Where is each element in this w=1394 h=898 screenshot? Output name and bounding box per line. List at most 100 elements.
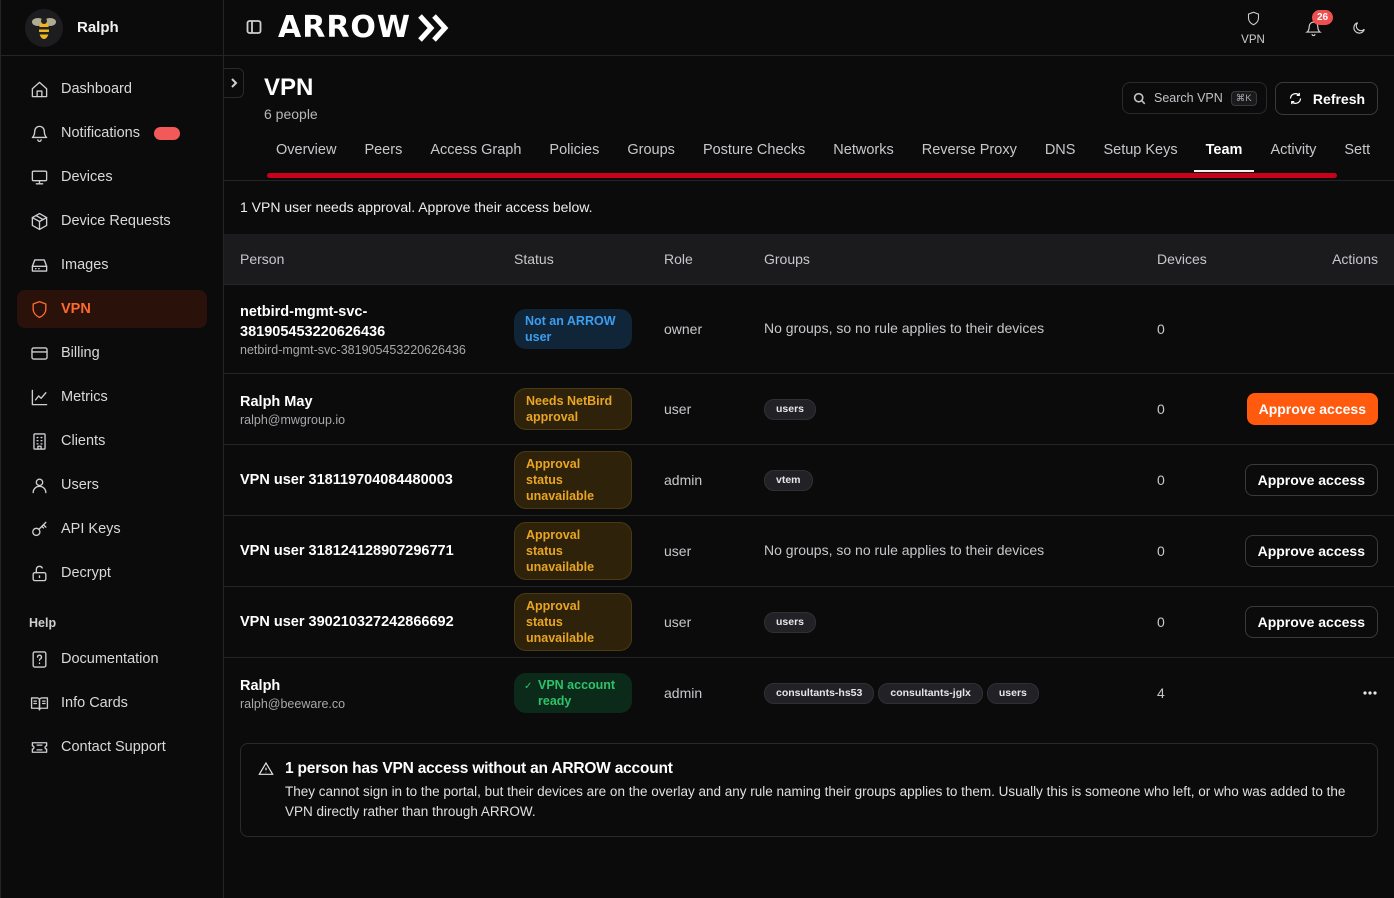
sidebar-item-devices[interactable]: Devices bbox=[17, 158, 207, 196]
tab-networks[interactable]: Networks bbox=[821, 136, 905, 172]
person-name: VPN user 318124128907296771 bbox=[240, 543, 454, 559]
user-header[interactable]: Ralph bbox=[1, 0, 223, 56]
book-icon bbox=[29, 693, 49, 713]
box-icon bbox=[29, 211, 49, 231]
status-badge: Needs NetBird approval bbox=[514, 388, 632, 430]
refresh-button[interactable]: Refresh bbox=[1275, 82, 1378, 115]
home-icon bbox=[29, 79, 49, 99]
page-title: VPN bbox=[264, 74, 314, 101]
theme-toggle[interactable] bbox=[1344, 20, 1374, 36]
group-chip[interactable]: consultants-hs53 bbox=[764, 682, 875, 704]
groups-text: No groups, so no rule applies to their d… bbox=[764, 320, 1045, 336]
tab-policies[interactable]: Policies bbox=[537, 136, 611, 172]
role-cell: admin bbox=[664, 472, 703, 488]
tab-scroll-indicator[interactable] bbox=[267, 173, 1337, 178]
sidebar-toggle-icon[interactable] bbox=[246, 19, 264, 37]
role-cell: user bbox=[664, 614, 692, 630]
person-name: VPN user 318119704084480003 bbox=[240, 472, 453, 488]
user-name: Ralph bbox=[77, 19, 119, 36]
sidebar-item-notifications[interactable]: Notifications 00 bbox=[17, 114, 207, 152]
table-row: netbird-mgmt-svc-381905453220626436 netbi… bbox=[224, 284, 1394, 373]
actions-cell: Approve access bbox=[1227, 606, 1394, 638]
sidebar-item-vpn[interactable]: VPN bbox=[17, 290, 207, 328]
role-cell: owner bbox=[664, 321, 703, 337]
person-name: netbird-mgmt-svc-381905453220626436 bbox=[240, 303, 386, 340]
header-groups: Groups bbox=[764, 251, 810, 267]
expand-panel-button[interactable] bbox=[224, 68, 244, 98]
approve-access-button[interactable]: Approve access bbox=[1246, 393, 1378, 425]
role-cell: user bbox=[664, 543, 692, 559]
tab-dns[interactable]: DNS bbox=[1033, 136, 1088, 172]
tab-reverse-proxy[interactable]: Reverse Proxy bbox=[910, 136, 1029, 172]
sidebar-item-label: API Keys bbox=[61, 521, 121, 537]
sidebar-item-users[interactable]: Users bbox=[17, 466, 207, 504]
tab-sett[interactable]: Sett bbox=[1332, 136, 1382, 172]
person-cell: Ralph ralph@beeware.co bbox=[224, 676, 514, 711]
sidebar-item-clients[interactable]: Clients bbox=[17, 422, 207, 460]
group-chip[interactable]: users bbox=[986, 682, 1039, 704]
group-chip[interactable]: users bbox=[764, 611, 817, 633]
sidebar-item-decrypt[interactable]: Decrypt bbox=[17, 554, 207, 592]
person-email: netbird-mgmt-svc-381905453220626436 bbox=[240, 342, 466, 357]
tab-setup-keys[interactable]: Setup Keys bbox=[1091, 136, 1189, 172]
group-chip[interactable]: users bbox=[764, 398, 817, 420]
groups-cell: users bbox=[764, 611, 1157, 633]
status-badge: VPN account ready bbox=[514, 673, 632, 713]
tab-groups[interactable]: Groups bbox=[615, 136, 687, 172]
sidebar-item-info-cards[interactable]: Info Cards bbox=[17, 684, 207, 722]
tab-posture-checks[interactable]: Posture Checks bbox=[691, 136, 817, 172]
groups-cell: No groups, so no rule applies to their d… bbox=[764, 320, 1157, 338]
tab-overview[interactable]: Overview bbox=[264, 136, 348, 172]
header-actions: Actions bbox=[1332, 251, 1378, 267]
sidebar-item-label: Documentation bbox=[61, 651, 159, 667]
actions-cell: Approve access bbox=[1227, 535, 1394, 567]
chart-icon bbox=[29, 387, 49, 407]
tab-access-graph[interactable]: Access Graph bbox=[418, 136, 533, 172]
vpn-status-button[interactable]: VPN bbox=[1228, 11, 1278, 46]
notifications-button[interactable]: 26 bbox=[1298, 9, 1334, 37]
sidebar-item-images[interactable]: Images bbox=[17, 246, 207, 284]
role-cell: user bbox=[664, 401, 692, 417]
unlock-icon bbox=[29, 563, 49, 583]
devices-cell: 4 bbox=[1157, 685, 1165, 701]
tab-team[interactable]: Team bbox=[1193, 136, 1255, 172]
card-icon bbox=[29, 343, 49, 363]
tab-peers[interactable]: Peers bbox=[352, 136, 414, 172]
sidebar-item-documentation[interactable]: Documentation bbox=[17, 640, 207, 678]
sidebar-item-device-requests[interactable]: Device Requests bbox=[17, 202, 207, 240]
sidebar-item-api-keys[interactable]: API Keys bbox=[17, 510, 207, 548]
sidebar-item-label: Users bbox=[61, 477, 99, 493]
search-button[interactable]: Search VPN ⌘K bbox=[1122, 82, 1267, 114]
tab-activity[interactable]: Activity bbox=[1258, 136, 1328, 172]
group-chip[interactable]: consultants-jglx bbox=[878, 682, 983, 704]
sidebar-item-contact-support[interactable]: Contact Support bbox=[17, 728, 207, 766]
table-row: Ralph May ralph@mwgroup.io Needs NetBird a… bbox=[224, 373, 1394, 444]
warning-body: They cannot sign in to the portal, but t… bbox=[285, 784, 1346, 819]
status-cell: Needs NetBird approval bbox=[514, 388, 664, 430]
warning-icon bbox=[258, 761, 274, 782]
sidebar-item-dashboard[interactable]: Dashboard bbox=[17, 70, 207, 108]
status-cell: Approval status unavailable bbox=[514, 522, 664, 580]
more-options-icon[interactable] bbox=[1358, 681, 1382, 705]
header-devices: Devices bbox=[1157, 251, 1207, 267]
approve-access-button[interactable]: Approve access bbox=[1244, 606, 1378, 638]
person-cell: VPN user 318124128907296771 bbox=[224, 541, 514, 561]
table-header: Person Status Role Groups Devices Action… bbox=[224, 234, 1394, 284]
drive-icon bbox=[29, 255, 49, 275]
sidebar-item-billing[interactable]: Billing bbox=[17, 334, 207, 372]
person-name: Ralph bbox=[240, 677, 281, 694]
group-chip[interactable]: vtem bbox=[764, 469, 813, 491]
groups-cell: users bbox=[764, 398, 1157, 420]
table-row: VPN user 318119704084480003 Approval stat… bbox=[224, 444, 1394, 515]
approve-access-button[interactable]: Approve access bbox=[1244, 464, 1378, 496]
sidebar-item-label: Decrypt bbox=[61, 565, 111, 581]
search-icon bbox=[1133, 92, 1146, 104]
approve-access-button[interactable]: Approve access bbox=[1244, 535, 1378, 567]
sidebar-item-metrics[interactable]: Metrics bbox=[17, 378, 207, 416]
person-name: VPN user 390210327242866692 bbox=[240, 614, 454, 630]
search-label: Search VPN bbox=[1154, 91, 1223, 105]
header-status: Status bbox=[514, 251, 554, 267]
groups-cell: consultants-hs53 consultants-jglx users bbox=[764, 682, 1157, 704]
bee-logo-icon bbox=[25, 8, 63, 47]
tab-bar: Overview Peers Access Graph Policies Groups P… bbox=[264, 136, 1394, 172]
